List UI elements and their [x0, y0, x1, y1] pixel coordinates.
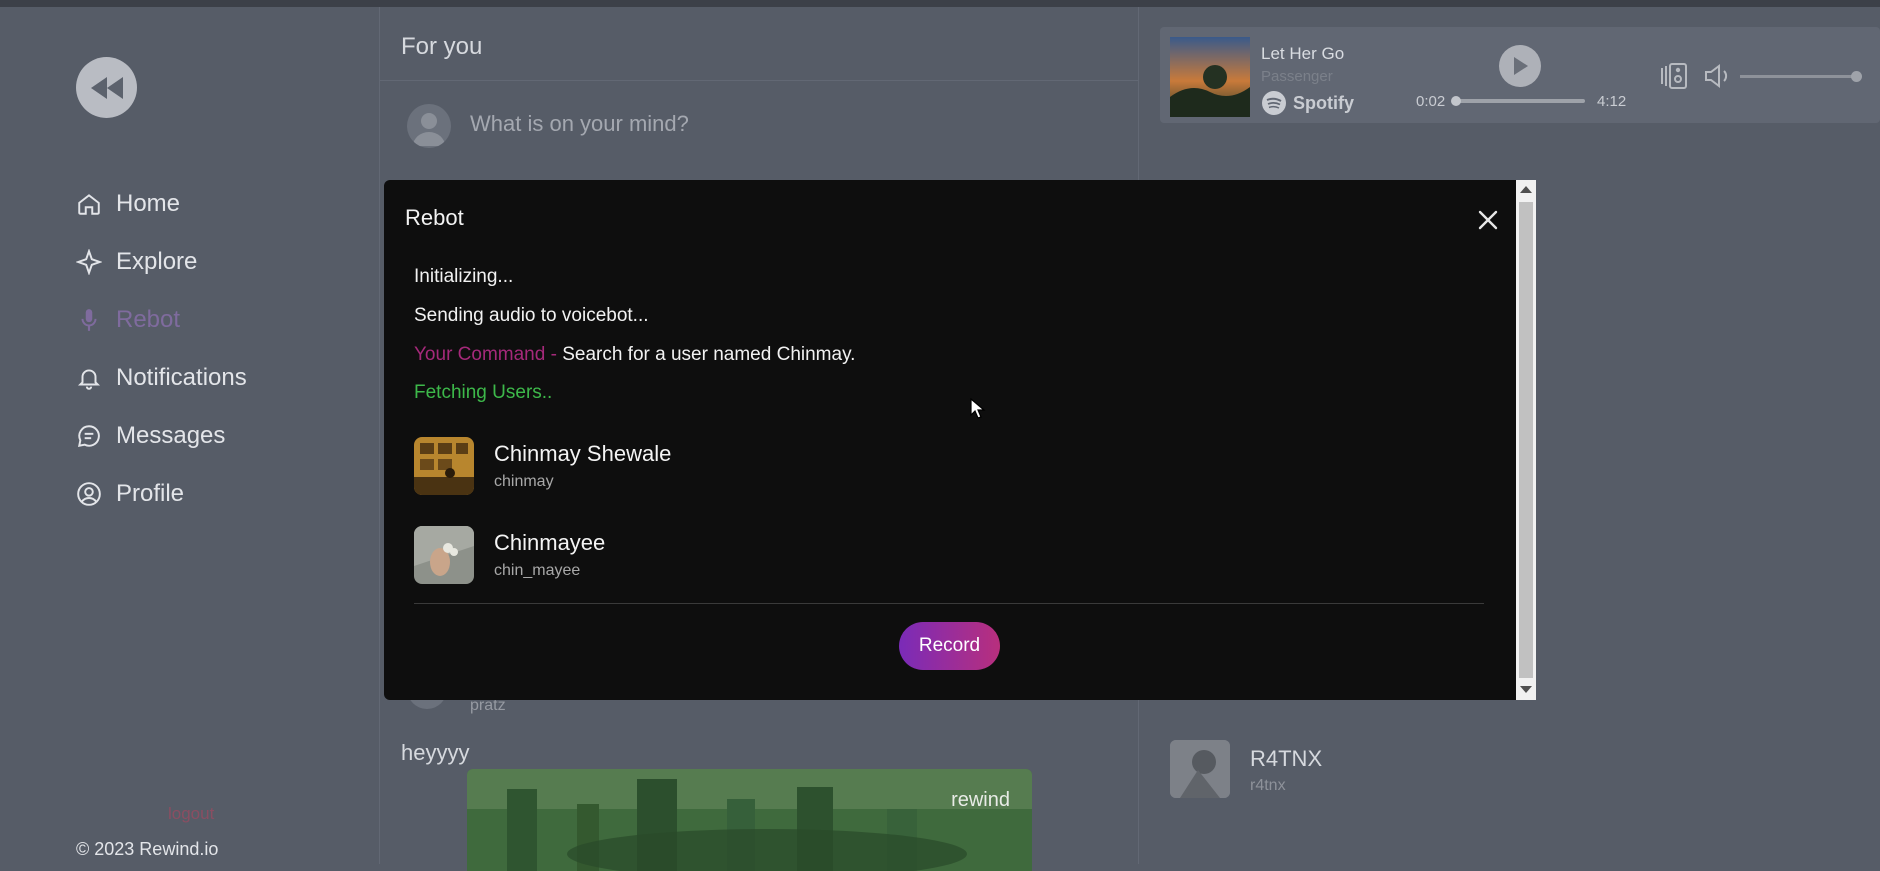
avatar-placeholder-icon	[413, 113, 445, 146]
spotify-badge[interactable]: Spotify	[1261, 90, 1354, 116]
elapsed-time: 0:02	[1416, 93, 1446, 110]
sparkle-icon	[76, 249, 102, 275]
spotify-label: Spotify	[1293, 92, 1354, 113]
modal-title: Rebot	[405, 205, 464, 230]
compose-avatar	[407, 104, 451, 148]
track-title: Let Her Go	[1261, 44, 1345, 63]
nav-explore-label: Explore	[116, 248, 198, 275]
nav-home-label: Home	[116, 190, 181, 217]
post-image-label: rewind	[951, 789, 1010, 811]
duration-time: 4:12	[1597, 93, 1627, 110]
album-art-image	[1170, 37, 1250, 117]
logout-link[interactable]: logout	[168, 804, 214, 824]
suggested-user-handle: r4tnx	[1250, 777, 1286, 794]
suggested-user-image	[1170, 740, 1230, 798]
log-command: Your Command - Search for a user named C…	[414, 344, 855, 366]
user-avatar-image	[414, 526, 474, 584]
volume-icon[interactable]	[1702, 60, 1734, 92]
nav-messages-label: Messages	[116, 422, 226, 449]
nav-messages[interactable]: Messages	[76, 407, 247, 465]
nav-notifications-label: Notifications	[116, 364, 247, 391]
nav-explore[interactable]: Explore	[76, 233, 247, 291]
log-sending: Sending audio to voicebot...	[414, 305, 649, 326]
volume-knob[interactable]	[1851, 71, 1863, 82]
post-image-scene	[467, 769, 1032, 871]
compose-input[interactable]	[470, 111, 1070, 137]
suggested-user-name[interactable]: R4TNX	[1250, 746, 1322, 772]
user-name: Chinmayee	[494, 530, 606, 555]
nav-home[interactable]: Home	[76, 175, 247, 233]
rebot-modal: Rebot Initializing... Sending audio to v…	[384, 180, 1536, 700]
album-art	[1170, 37, 1250, 117]
copyright-text: © 2023 Rewind.io	[76, 839, 219, 859]
feed-divider	[380, 80, 1138, 81]
play-button[interactable]	[1499, 45, 1541, 87]
nav-notifications[interactable]: Notifications	[76, 349, 247, 407]
post-image[interactable]: rewind	[467, 769, 1032, 871]
user-handle: chinmay	[494, 473, 554, 490]
user-handle: chin_mayee	[494, 562, 581, 579]
mouse-cursor-icon	[970, 398, 986, 419]
user-avatar	[414, 526, 474, 584]
microphone-icon	[81, 309, 97, 331]
rewind-icon	[90, 76, 123, 99]
user-name: Chinmay Shewale	[494, 441, 672, 466]
user-result[interactable]: Chinmay Shewale chinmay	[414, 437, 1014, 497]
progress-bar[interactable]	[1451, 96, 1585, 106]
main-nav: Home Explore Rebot Notifications Message…	[76, 175, 247, 523]
log-fetching: Fetching Users..	[414, 382, 553, 403]
track-artist: Passenger	[1261, 68, 1333, 85]
music-player: Let Her Go Passenger Spotify 0:02 4:12	[1160, 27, 1880, 123]
nav-profile[interactable]: Profile	[76, 465, 247, 523]
command-label: Your Command -	[414, 344, 563, 365]
device-connect-icon[interactable]	[1658, 60, 1690, 92]
suggested-user-avatar[interactable]	[1170, 740, 1230, 798]
volume-slider[interactable]	[1740, 71, 1863, 82]
window-top-bar	[0, 0, 1880, 7]
user-circle-icon	[77, 482, 101, 506]
modal-scrollbar[interactable]	[1516, 180, 1536, 700]
log-initializing: Initializing...	[414, 266, 514, 287]
rewind-logo[interactable]	[76, 57, 137, 118]
scroll-thumb[interactable]	[1519, 202, 1533, 678]
bell-icon	[77, 369, 101, 390]
home-icon	[78, 194, 100, 215]
user-avatar	[414, 437, 474, 495]
sidebar: Home Explore Rebot Notifications Message…	[0, 7, 380, 864]
scroll-up-arrow[interactable]	[1520, 186, 1532, 193]
progress-knob[interactable]	[1451, 96, 1462, 106]
user-result[interactable]: Chinmayee chin_mayee	[414, 526, 1014, 586]
play-icon	[1514, 57, 1528, 75]
spotify-icon	[1262, 91, 1286, 115]
scroll-down-arrow[interactable]	[1520, 686, 1532, 693]
nav-profile-label: Profile	[116, 480, 185, 507]
nav-rebot[interactable]: Rebot	[76, 291, 247, 349]
message-icon	[78, 425, 100, 447]
modal-divider	[414, 603, 1484, 604]
close-icon[interactable]	[1475, 207, 1501, 233]
post-text: heyyyy	[401, 740, 470, 765]
feed-title: For you	[401, 33, 483, 60]
user-avatar-image	[414, 437, 474, 495]
command-text: Search for a user named Chinmay.	[562, 344, 856, 365]
nav-rebot-label: Rebot	[116, 306, 181, 333]
record-button[interactable]: Record	[899, 622, 1000, 670]
